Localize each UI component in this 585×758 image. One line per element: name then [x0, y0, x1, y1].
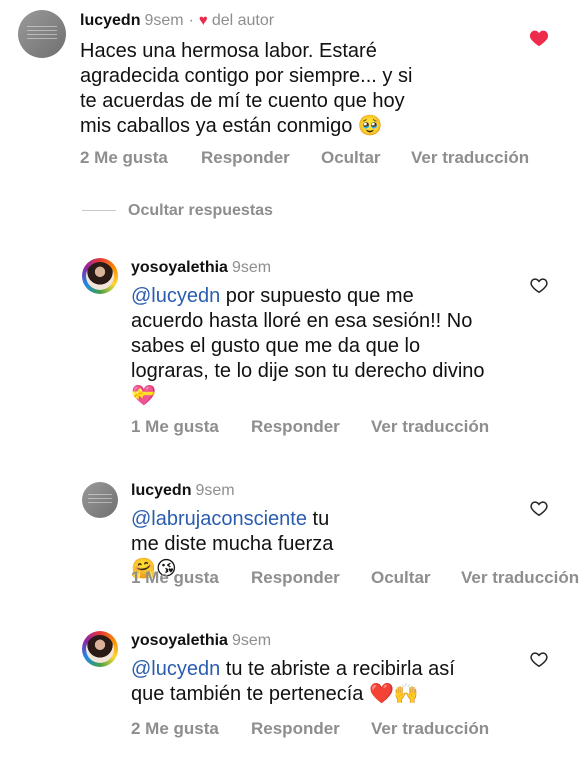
comment-header: yosoyalethia 9sem	[131, 631, 271, 651]
like-button[interactable]	[528, 27, 550, 49]
comment-actions: 2 Me gusta Responder Ocultar Ver traducción	[80, 147, 529, 169]
heart-filled-icon: ♥	[198, 12, 208, 29]
timestamp: 9sem	[144, 12, 184, 29]
mention-link[interactable]: @labrujaconsciente	[131, 508, 307, 530]
username[interactable]: yosoyalethia	[131, 259, 228, 276]
separator-dot: ·	[188, 12, 194, 29]
reply-button[interactable]: Responder	[251, 718, 371, 740]
comment-header: yosoyalethia 9sem	[131, 258, 271, 278]
avatar[interactable]	[18, 10, 66, 58]
mention-link[interactable]: @lucyedn	[131, 285, 220, 307]
like-button[interactable]	[528, 497, 550, 519]
comment-actions: 1 Me gusta Responder Ocultar Ver traducción	[131, 567, 579, 589]
reply-button[interactable]: Responder	[251, 567, 371, 589]
comment-header: lucyedn 9sem · ♥ del autor	[80, 11, 274, 31]
comment-text: Haces una hermosa labor. Estaré agradeci…	[80, 40, 413, 137]
divider	[82, 210, 116, 212]
hide-button[interactable]: Ocultar	[321, 147, 411, 169]
translate-button[interactable]: Ver traducción	[411, 147, 529, 169]
likes-count[interactable]: 1 Me gusta	[131, 567, 251, 589]
username[interactable]: lucyedn	[131, 482, 191, 499]
username[interactable]: yosoyalethia	[131, 632, 228, 649]
translate-button[interactable]: Ver traducción	[371, 718, 489, 740]
likes-count[interactable]: 2 Me gusta	[131, 718, 251, 740]
reply-button[interactable]: Responder	[251, 416, 371, 438]
comment-text: @lucyedn por supuesto que me acuerdo has…	[131, 284, 491, 409]
heart-outline-icon	[530, 651, 548, 667]
hide-replies-button[interactable]: Ocultar respuestas	[82, 202, 273, 220]
heart-filled-icon	[529, 30, 549, 47]
hide-replies-label: Ocultar respuestas	[128, 202, 273, 219]
username[interactable]: lucyedn	[80, 12, 140, 29]
translate-button[interactable]: Ver traducción	[371, 416, 489, 438]
likes-count[interactable]: 1 Me gusta	[131, 416, 251, 438]
like-button[interactable]	[528, 274, 550, 296]
comment-text: @lucyedn tu te abriste a recibirla así q…	[131, 657, 481, 707]
like-button[interactable]	[528, 648, 550, 670]
likes-count[interactable]: 2 Me gusta	[80, 147, 201, 169]
mention-link[interactable]: @lucyedn	[131, 658, 220, 680]
reply-button[interactable]: Responder	[201, 147, 321, 169]
avatar[interactable]	[82, 631, 118, 667]
timestamp: 9sem	[231, 632, 272, 649]
hide-button[interactable]: Ocultar	[371, 567, 461, 589]
heart-outline-icon	[530, 277, 548, 293]
heart-outline-icon	[530, 500, 548, 516]
avatar[interactable]	[82, 482, 118, 518]
avatar[interactable]	[82, 258, 118, 294]
comment-actions: 1 Me gusta Responder Ver traducción	[131, 416, 489, 438]
comment-actions: 2 Me gusta Responder Ver traducción	[131, 718, 489, 740]
translate-button[interactable]: Ver traducción	[461, 567, 579, 589]
timestamp: 9sem	[195, 482, 235, 499]
comment-header: lucyedn 9sem	[131, 481, 235, 501]
author-liked-label: del autor	[211, 12, 275, 29]
timestamp: 9sem	[231, 259, 272, 276]
